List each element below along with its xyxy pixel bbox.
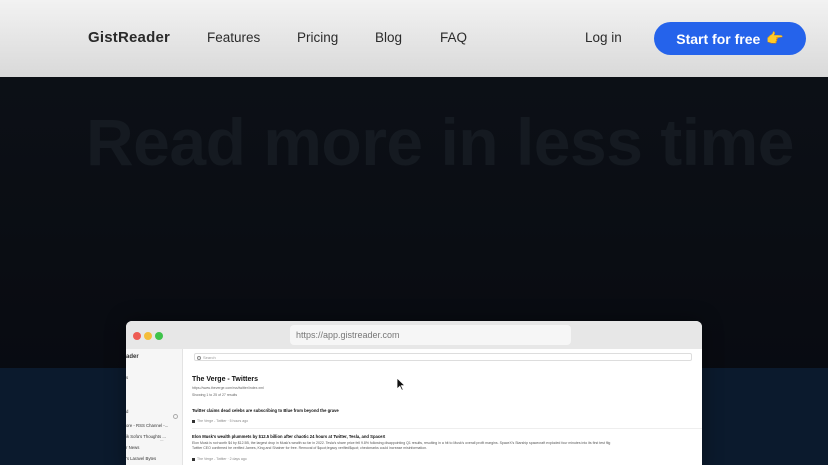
article-title[interactable]: Elon Musk's wealth plummets by $12.5 bil… (192, 434, 385, 439)
search-icon (197, 355, 201, 360)
results-count: Showing 1 to 25 of 27 results (192, 393, 238, 397)
feed-url[interactable]: https://www.theverge.com/rss/twitter/ind… (192, 386, 264, 390)
sidebar-feed-item[interactable]: 's Laravel Bytes (126, 456, 156, 461)
divider (192, 428, 702, 429)
app-sidebar: ader s d — ore - RSS Channel -... ik Sof… (126, 349, 183, 465)
article-meta: The Verge - Twitter · 5 hours ago (192, 419, 248, 423)
sidebar-item[interactable]: s (126, 375, 128, 380)
nav-link-blog[interactable]: Blog (375, 30, 402, 45)
close-window-icon[interactable] (133, 332, 141, 340)
article-meta-text: The Verge - Twitter · 5 hours ago (197, 419, 249, 423)
logo[interactable]: GistReader (88, 29, 170, 46)
sidebar-feed-item[interactable]: r News (126, 445, 139, 450)
sidebar-feed-item[interactable]: ik Sofa's Thoughts ... (126, 434, 166, 439)
sidebar-feed-item[interactable]: ore - RSS Channel -... (126, 423, 168, 428)
sidebar-item[interactable]: d (126, 409, 128, 414)
login-link[interactable]: Log in (585, 30, 622, 45)
start-for-free-button[interactable]: Start for free 👉 (654, 22, 806, 55)
browser-toolbar: https://app.gistreader.com (126, 321, 702, 349)
browser-window: https://app.gistreader.com ader s d — or… (126, 321, 702, 465)
minimize-window-icon[interactable] (144, 332, 152, 340)
nav-link-features[interactable]: Features (207, 30, 260, 45)
search-placeholder: Search (203, 355, 216, 360)
app-main: Search The Verge - Twitters https://www.… (184, 349, 702, 465)
article-meta: The Verge - Twitter · 2 days ago (192, 457, 247, 461)
maximize-window-icon[interactable] (155, 332, 163, 340)
hero-title: Read more in less time (86, 105, 794, 179)
nav-link-pricing[interactable]: Pricing (297, 30, 338, 45)
source-icon (192, 419, 195, 423)
pointing-hand-icon: 👉 (766, 30, 784, 46)
add-feed-icon[interactable] (173, 414, 178, 419)
navbar: GistReader Features Pricing Blog FAQ Log… (0, 0, 828, 77)
article-title[interactable]: Twitter claims dead celebs are subscribi… (192, 408, 339, 413)
source-icon (192, 457, 195, 461)
url-bar[interactable]: https://app.gistreader.com (290, 325, 571, 345)
article-meta-text: The Verge - Twitter · 2 days ago (197, 457, 247, 461)
mouse-cursor-icon (396, 377, 406, 391)
sidebar-brand: ader (126, 354, 139, 360)
search-input[interactable]: Search (194, 353, 692, 361)
article-summary-line2: Twitter CEO confirmed he verified James,… (192, 446, 427, 450)
nav-link-faq[interactable]: FAQ (440, 30, 467, 45)
feed-title: The Verge - Twitters (192, 376, 258, 383)
cta-label: Start for free (676, 30, 761, 47)
